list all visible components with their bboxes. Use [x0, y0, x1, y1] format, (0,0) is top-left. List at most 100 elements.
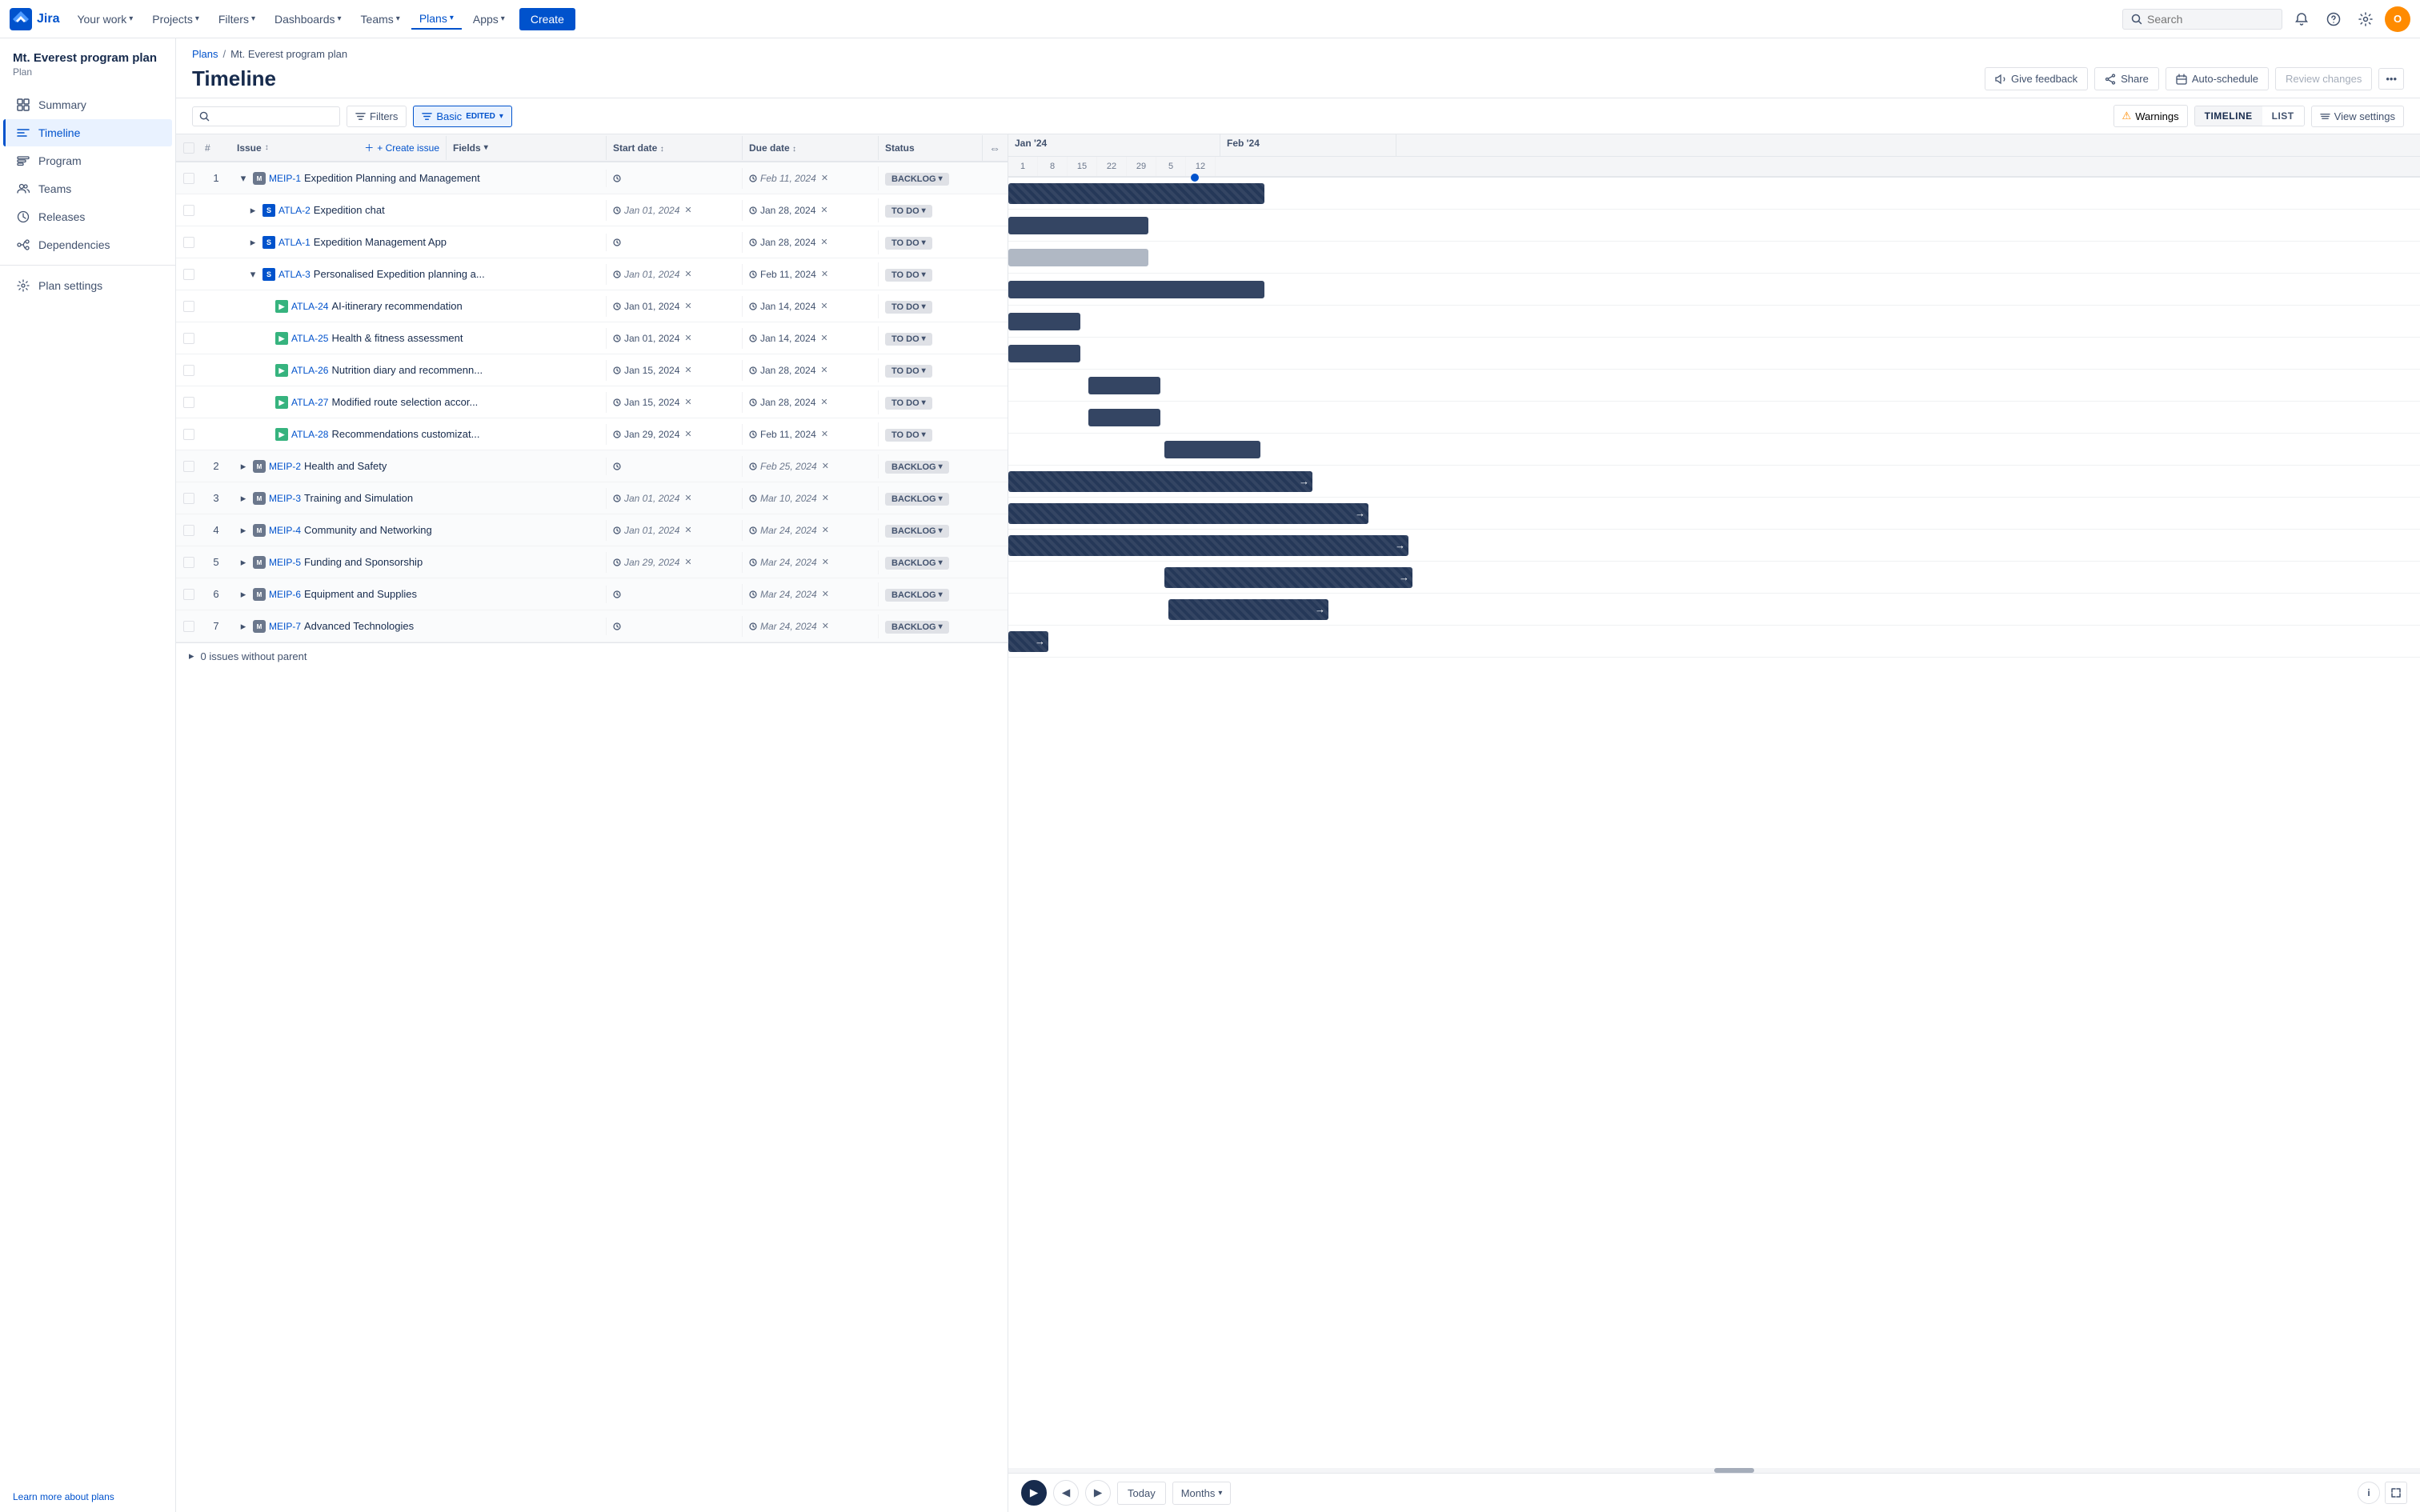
gantt-scrollbar-track[interactable] — [1008, 1468, 2420, 1473]
toolbar-search-input[interactable] — [213, 110, 333, 122]
months-dropdown[interactable]: Months ▾ — [1172, 1482, 1232, 1505]
status-badge[interactable]: BACKLOG ▾ — [885, 173, 949, 186]
header-due[interactable]: Due date ↕ — [742, 136, 878, 160]
nav-forward-button[interactable]: ▶ — [1021, 1480, 1047, 1506]
row-due-date[interactable]: Feb 11, 2024 ✕ — [742, 264, 878, 285]
row-start-date[interactable]: Jan 01, 2024 ✕ — [606, 328, 742, 349]
no-parent-issues[interactable]: ▸ 0 issues without parent — [176, 642, 1008, 669]
issue-key[interactable]: ATLA-28 — [291, 429, 328, 440]
row-start-date[interactable] — [606, 458, 742, 475]
breadcrumb-plans[interactable]: Plans — [192, 48, 218, 60]
row-checkbox[interactable] — [176, 584, 202, 605]
gantt-bar[interactable] — [1088, 377, 1160, 394]
status-badge[interactable]: TO DO ▾ — [885, 301, 932, 314]
row-status[interactable]: BACKLOG ▾ — [878, 550, 982, 574]
expand-button[interactable]: ▸ — [237, 460, 250, 473]
more-actions-button[interactable]: ••• — [2378, 68, 2404, 90]
select-all-checkbox[interactable] — [183, 142, 194, 154]
settings-button[interactable] — [2353, 6, 2378, 32]
row-checkbox[interactable] — [176, 328, 202, 349]
status-badge[interactable]: BACKLOG ▾ — [885, 621, 949, 634]
issue-key[interactable]: MEIP-5 — [269, 557, 301, 568]
create-button[interactable]: Create — [519, 8, 575, 30]
row-checkbox[interactable] — [176, 392, 202, 413]
gantt-bar[interactable]: → — [1164, 567, 1412, 588]
nav-logo[interactable]: Jira — [10, 8, 59, 30]
sidebar-item-plan-settings[interactable]: Plan settings — [3, 272, 172, 299]
auto-schedule-button[interactable]: Auto-schedule — [2166, 67, 2269, 90]
issue-key[interactable]: MEIP-1 — [269, 173, 301, 184]
header-check[interactable] — [176, 136, 202, 160]
issue-key[interactable]: ATLA-25 — [291, 333, 328, 344]
issue-key[interactable]: ATLA-27 — [291, 397, 328, 408]
status-badge[interactable]: TO DO ▾ — [885, 397, 932, 410]
search-box[interactable] — [2122, 9, 2282, 30]
status-badge[interactable]: BACKLOG ▾ — [885, 557, 949, 570]
expand-button[interactable]: ▸ — [246, 204, 259, 217]
warnings-button[interactable]: ⚠ Warnings — [2113, 105, 2188, 127]
row-start-date[interactable]: Jan 29, 2024 ✕ — [606, 552, 742, 573]
row-due-date[interactable]: Feb 11, 2024 ✕ — [742, 424, 878, 445]
gantt-bar[interactable] — [1008, 249, 1148, 266]
gantt-bar[interactable]: → — [1008, 471, 1312, 492]
status-badge[interactable]: BACKLOG ▾ — [885, 589, 949, 602]
review-changes-button[interactable]: Review changes — [2275, 67, 2372, 90]
sidebar-item-teams[interactable]: Teams — [3, 175, 172, 202]
row-due-date[interactable]: Jan 14, 2024 ✕ — [742, 296, 878, 317]
issue-key[interactable]: ATLA-2 — [278, 205, 311, 216]
row-due-date[interactable]: Feb 11, 2024 ✕ — [742, 168, 878, 189]
issue-key[interactable]: ATLA-1 — [278, 237, 311, 248]
row-status[interactable]: BACKLOG ▾ — [878, 582, 982, 606]
issue-key[interactable]: ATLA-26 — [291, 365, 328, 376]
fullscreen-button[interactable] — [2385, 1482, 2407, 1504]
gantt-scrollbar-thumb[interactable] — [1714, 1468, 1754, 1473]
row-status[interactable]: TO DO ▾ — [878, 294, 982, 318]
expand-button[interactable]: ▾ — [237, 172, 250, 185]
gantt-bar[interactable]: → — [1008, 631, 1048, 652]
row-due-date[interactable]: Jan 14, 2024 ✕ — [742, 328, 878, 349]
expand-button[interactable]: ▸ — [237, 556, 250, 569]
gantt-bar[interactable] — [1008, 313, 1080, 330]
issue-key[interactable]: MEIP-4 — [269, 525, 301, 536]
row-start-date[interactable]: Jan 15, 2024 ✕ — [606, 392, 742, 413]
row-checkbox[interactable] — [176, 200, 202, 221]
timeline-toggle[interactable]: TIMELINE — [2195, 106, 2262, 126]
row-due-date[interactable]: Jan 28, 2024 ✕ — [742, 360, 878, 381]
user-avatar[interactable]: O — [2385, 6, 2410, 32]
issue-key[interactable]: MEIP-6 — [269, 589, 301, 600]
row-start-date[interactable]: Jan 29, 2024 ✕ — [606, 424, 742, 445]
notifications-button[interactable] — [2289, 6, 2314, 32]
row-status[interactable]: BACKLOG ▾ — [878, 486, 982, 510]
gantt-bar[interactable] — [1164, 441, 1260, 458]
gantt-bar[interactable] — [1008, 281, 1264, 298]
issue-key[interactable]: MEIP-7 — [269, 621, 301, 632]
status-badge[interactable]: TO DO ▾ — [885, 205, 932, 218]
row-due-date[interactable]: Jan 28, 2024 ✕ — [742, 392, 878, 413]
row-checkbox[interactable] — [176, 424, 202, 445]
row-status[interactable]: BACKLOG ▾ — [878, 614, 982, 638]
status-badge[interactable]: BACKLOG ▾ — [885, 525, 949, 538]
gantt-bar[interactable] — [1008, 345, 1080, 362]
gantt-bar[interactable] — [1008, 183, 1264, 204]
row-start-date[interactable] — [606, 618, 742, 635]
row-due-date[interactable]: Jan 28, 2024 ✕ — [742, 232, 878, 253]
sidebar-item-timeline[interactable]: Timeline — [3, 119, 172, 146]
today-button[interactable]: Today — [1117, 1482, 1166, 1505]
row-start-date[interactable]: Jan 01, 2024 ✕ — [606, 200, 742, 221]
row-start-date[interactable] — [606, 170, 742, 187]
issue-key[interactable]: MEIP-3 — [269, 493, 301, 504]
row-checkbox[interactable] — [176, 456, 202, 477]
header-fields[interactable]: Fields ▾ — [446, 136, 606, 160]
row-start-date[interactable]: Jan 01, 2024 ✕ — [606, 520, 742, 541]
row-status[interactable]: TO DO ▾ — [878, 198, 982, 222]
row-checkbox[interactable] — [176, 616, 202, 637]
nav-next-button[interactable]: ▶ — [1085, 1480, 1111, 1506]
row-checkbox[interactable] — [176, 232, 202, 253]
header-issue[interactable]: Issue ↕ — [230, 136, 358, 160]
expand-button[interactable]: ▾ — [246, 268, 259, 281]
status-badge[interactable]: TO DO ▾ — [885, 333, 932, 346]
row-checkbox[interactable] — [176, 520, 202, 541]
row-checkbox[interactable] — [176, 296, 202, 317]
nav-plans[interactable]: Plans ▾ — [411, 9, 462, 30]
sidebar-item-dependencies[interactable]: Dependencies — [3, 231, 172, 258]
